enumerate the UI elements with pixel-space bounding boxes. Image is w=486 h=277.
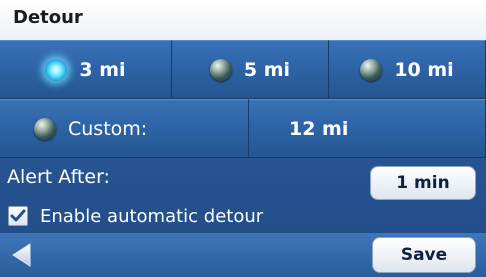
alert-after-row: Alert After: 1 min [0,160,486,200]
custom-distance-button[interactable]: Custom: [0,99,249,158]
detour-screen: Detour 3 mi 5 mi 10 mi Custom: 12 mi Ale… [0,0,486,277]
save-label: Save [400,245,448,265]
custom-value: 12 mi [289,117,349,140]
radio-selected-icon [45,58,68,81]
option-3-mi-button[interactable]: 3 mi [0,40,172,99]
option-label: 3 mi [79,58,126,81]
alert-after-label: Alert After: [7,166,110,188]
auto-detour-label: Enable automatic detour [40,205,264,227]
radio-unselected-icon [34,117,56,140]
custom-label: Custom: [68,117,148,140]
title-bar: Detour [0,0,486,40]
page-title: Detour [13,7,83,28]
option-label: 10 mi [394,58,454,81]
auto-detour-checkbox[interactable] [8,206,28,226]
radio-unselected-icon [209,58,232,81]
save-button[interactable]: Save [372,237,476,273]
alert-after-button[interactable]: 1 min [370,166,476,200]
custom-distance-value[interactable]: 12 mi [249,99,486,158]
alert-after-value: 1 min [396,173,450,193]
checkmark-icon [10,209,26,222]
auto-detour-row[interactable]: Enable automatic detour [0,200,486,232]
radio-unselected-icon [360,58,383,81]
option-label: 5 mi [243,58,291,81]
left-arrow-icon[interactable] [10,242,34,268]
option-5-mi-button[interactable]: 5 mi [172,40,329,99]
bottom-bar: Save [0,233,486,277]
option-10-mi-button[interactable]: 10 mi [329,40,486,99]
